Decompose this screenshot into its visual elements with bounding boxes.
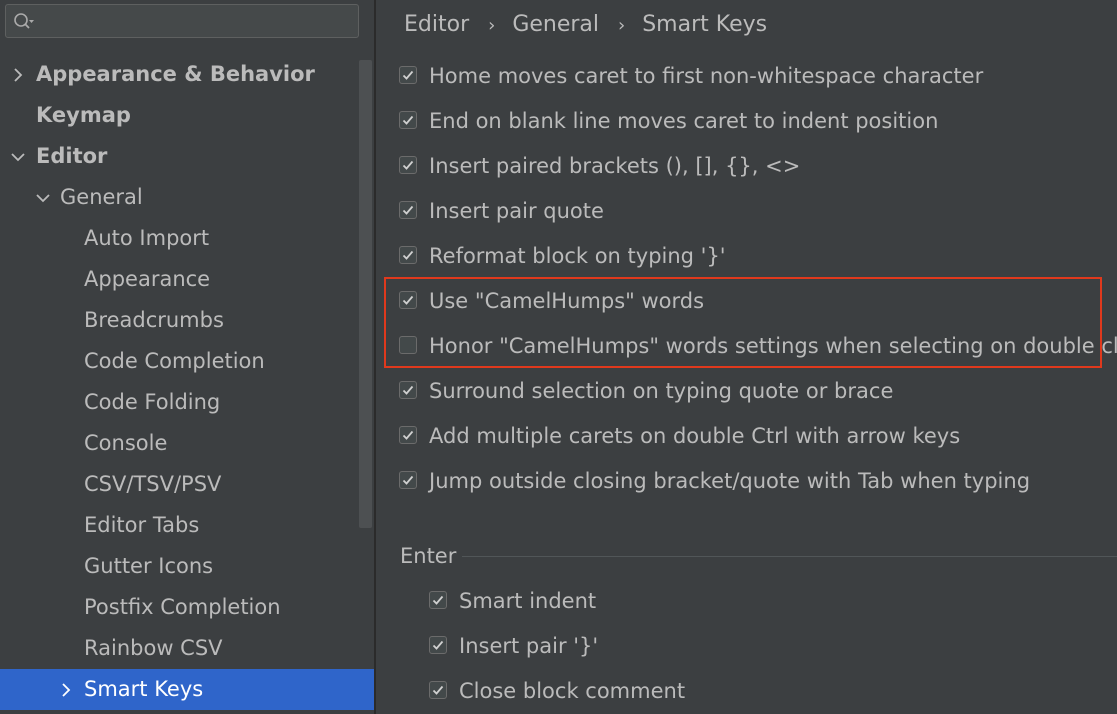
checkbox[interactable]	[399, 66, 417, 84]
option-label: Add multiple carets on double Ctrl with …	[429, 424, 961, 448]
tree-item-gutter-icons[interactable]: Gutter Icons	[0, 546, 374, 587]
option-label: Home moves caret to first non-whitespace…	[429, 64, 984, 88]
option-label: Reformat block on typing '}'	[429, 244, 726, 268]
checkbox[interactable]	[429, 636, 447, 654]
tree-item-editor[interactable]: Editor	[0, 136, 374, 177]
checkbox[interactable]	[399, 381, 417, 399]
tree-item-label: Appearance	[84, 267, 211, 291]
breadcrumb-separator-icon: ›	[618, 15, 626, 36]
checkbox[interactable]	[399, 291, 417, 309]
option-label: Use "CamelHumps" words	[429, 289, 705, 313]
checkbox[interactable]	[399, 156, 417, 174]
tree-item-breadcrumbs[interactable]: Breadcrumbs	[0, 300, 374, 341]
tree-item-label: Editor Tabs	[84, 513, 200, 537]
tree-item-label: Auto Import	[84, 226, 210, 250]
option-label: Jump outside closing bracket/quote with …	[429, 469, 1031, 493]
settings-content: Editor › General › Smart Keys Home moves car…	[376, 0, 1117, 714]
tree-item-general[interactable]: General	[0, 177, 374, 218]
tree-item-label: Keymap	[36, 103, 131, 127]
checkbox[interactable]	[429, 591, 447, 609]
breadcrumb: Editor › General › Smart Keys	[404, 6, 767, 44]
checkbox[interactable]	[399, 471, 417, 489]
search-input[interactable]	[5, 4, 359, 38]
tree-item-label: Postfix Completion	[84, 595, 281, 619]
breadcrumb-item-smart-keys: Smart Keys	[642, 12, 768, 37]
checkbox[interactable]	[399, 336, 417, 354]
option-label: Honor "CamelHumps" words settings when s…	[429, 334, 1117, 358]
chevron-down-icon[interactable]	[9, 136, 27, 177]
chevron-down-icon[interactable]	[34, 177, 52, 218]
chevron-right-icon[interactable]	[9, 54, 27, 95]
breadcrumb-separator-icon: ›	[488, 15, 496, 36]
tree-item-label: Editor	[36, 144, 108, 168]
option-label: Close block comment	[459, 679, 686, 703]
chevron-right-icon[interactable]	[57, 669, 75, 710]
tree-item-appearance-behavior[interactable]: Appearance & Behavior	[0, 54, 374, 95]
tree-item-label: Breadcrumbs	[84, 308, 224, 332]
option-label: Smart indent	[459, 589, 597, 613]
tree-item-label: General	[60, 185, 143, 209]
tree-item-console[interactable]: Console	[0, 423, 374, 464]
enter-group-header: Enter	[400, 536, 1117, 576]
tree-item-code-folding[interactable]: Code Folding	[0, 382, 374, 423]
settings-sidebar: Appearance & Behavior Keymap Editor Gene…	[0, 0, 374, 714]
tree-item-keymap[interactable]: Keymap	[0, 95, 374, 136]
tree-item-postfix-completion[interactable]: Postfix Completion	[0, 587, 374, 628]
search-icon	[13, 12, 35, 32]
tree-item-label: Code Completion	[84, 349, 265, 373]
checkbox[interactable]	[399, 246, 417, 264]
tree-item-label: CSV/TSV/PSV	[84, 472, 222, 496]
group-separator	[462, 556, 1117, 557]
group-title: Enter	[400, 544, 457, 568]
checkbox[interactable]	[399, 111, 417, 129]
option-label: Insert pair quote	[429, 199, 604, 223]
tree-item-label: Appearance & Behavior	[36, 62, 315, 86]
tree-item-appearance[interactable]: Appearance	[0, 259, 374, 300]
tree-item-code-completion[interactable]: Code Completion	[0, 341, 374, 382]
tree-item-rainbow-csv[interactable]: Rainbow CSV	[0, 628, 374, 669]
option-label: Surround selection on typing quote or br…	[429, 379, 894, 403]
option-label: Insert pair '}'	[459, 634, 599, 658]
breadcrumb-item-general[interactable]: General	[512, 6, 599, 44]
breadcrumb-item-editor[interactable]: Editor	[404, 6, 469, 44]
tree-item-label: Rainbow CSV	[84, 636, 223, 660]
tree-item-smart-keys[interactable]: Smart Keys	[0, 669, 374, 710]
checkbox[interactable]	[399, 426, 417, 444]
tree-item-label: Gutter Icons	[84, 554, 214, 578]
tree-item-label: Smart Keys	[84, 677, 204, 701]
tree-item-auto-import[interactable]: Auto Import	[0, 218, 374, 259]
sidebar-scrollbar[interactable]	[359, 60, 372, 528]
checkbox[interactable]	[399, 201, 417, 219]
checkbox[interactable]	[429, 681, 447, 699]
option-label: Insert paired brackets (), [], {}, <>	[429, 154, 801, 178]
tree-item-label: Code Folding	[84, 390, 221, 414]
option-label: End on blank line moves caret to indent …	[429, 109, 939, 133]
tree-item-label: Console	[84, 431, 168, 455]
tree-item-csv[interactable]: CSV/TSV/PSV	[0, 464, 374, 505]
tree-item-editor-tabs[interactable]: Editor Tabs	[0, 505, 374, 546]
